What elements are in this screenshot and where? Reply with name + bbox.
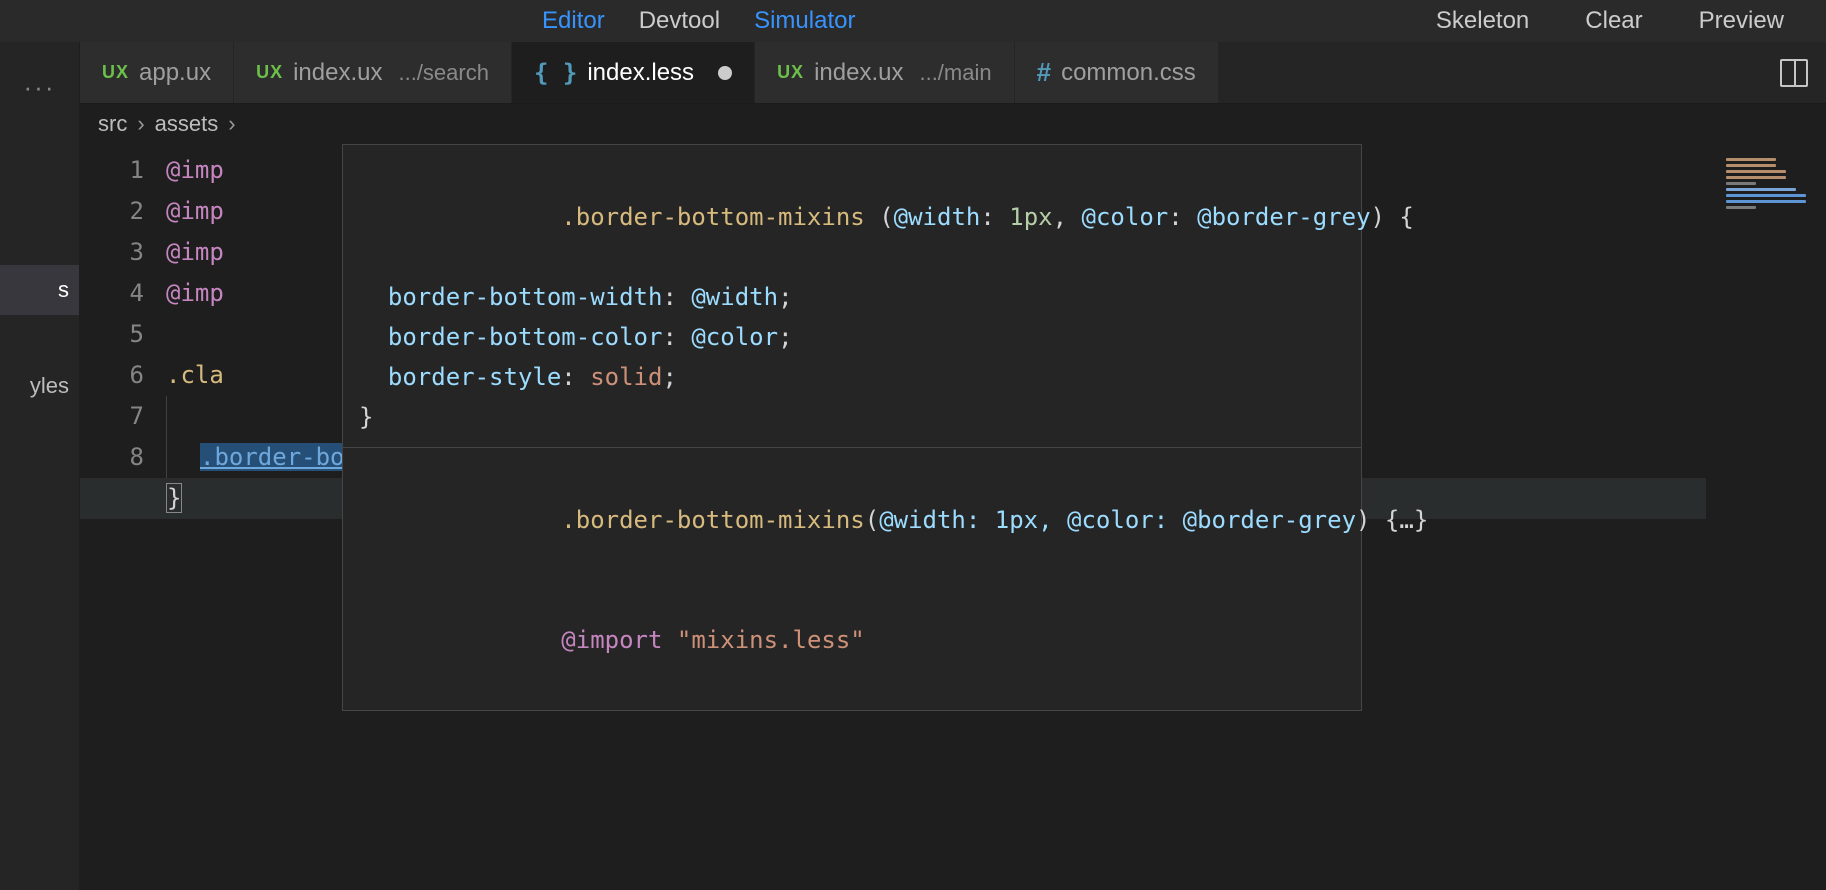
line-number: 3 (80, 232, 144, 273)
hover-token: @border-grey (1197, 203, 1370, 231)
tab-index-less[interactable]: { } index.less (512, 42, 755, 103)
hover-token: @import (561, 626, 662, 654)
hover-tooltip: .border-bottom-mixins (@width: 1px, @col… (342, 144, 1362, 711)
menu-devtool[interactable]: Devtool (639, 7, 720, 35)
hover-signature-block: .border-bottom-mixins (@width: 1px, @col… (343, 145, 1361, 447)
braces-icon: { } (534, 59, 577, 87)
code-token: @imp (166, 156, 224, 184)
breadcrumb-seg-0[interactable]: src (98, 111, 127, 137)
tabs-bar: UX app.ux UX index.ux .../search { } ind… (80, 42, 1826, 104)
tab-sublabel: .../search (398, 60, 488, 86)
explorer-sidebar: ··· s yles (0, 42, 80, 890)
hover-sig-name: .border-bottom-mixins (561, 203, 879, 231)
menu-right-group: Skeleton Clear Preview (1436, 7, 1814, 35)
line-number: 2 (80, 191, 144, 232)
tab-label: app.ux (139, 59, 211, 87)
hover-token: 1px (1009, 203, 1052, 231)
line-number: 4 (80, 273, 144, 314)
hover-token: border-style (388, 363, 561, 391)
hover-token: ) { (1371, 203, 1414, 231)
code-editor[interactable]: 1 2 3 4 5 6 7 8 9 @imp @imp @imp @imp .c… (80, 144, 1826, 890)
hover-token: .border-bottom-mixins (561, 506, 864, 534)
code-token: .cla (166, 361, 224, 389)
breadcrumb[interactable]: src › assets › (80, 104, 1826, 144)
code-token: @imp (166, 279, 224, 307)
tab-label: index.less (587, 59, 694, 87)
breadcrumb-sep-icon: › (228, 111, 235, 137)
hash-icon: # (1037, 57, 1051, 88)
tab-label: common.css (1061, 59, 1196, 87)
hover-token: } (359, 403, 373, 431)
ux-icon: UX (102, 62, 129, 83)
code-content[interactable]: @imp @imp @imp @imp .cla .border-bottom-… (166, 144, 1826, 890)
menu-editor[interactable]: Editor (542, 7, 605, 35)
tab-app-ux[interactable]: UX app.ux (80, 42, 234, 103)
menu-simulator[interactable]: Simulator (754, 7, 855, 35)
code-token: } (166, 483, 182, 513)
hover-token: @width (691, 283, 778, 311)
tab-sublabel: .../main (919, 60, 991, 86)
hover-token: border-bottom-width (388, 283, 663, 311)
line-number: 5 (80, 314, 144, 355)
breadcrumb-sep-icon: › (137, 111, 144, 137)
line-number: 8 (80, 437, 144, 478)
hover-token: , (1053, 203, 1082, 231)
menu-skeleton[interactable]: Skeleton (1436, 7, 1529, 35)
tab-label: index.ux (814, 59, 903, 87)
hover-token: @width (894, 203, 981, 231)
menu-clear[interactable]: Clear (1585, 7, 1642, 35)
line-number: 1 (80, 150, 144, 191)
code-token: @imp (166, 238, 224, 266)
line-number: 6 (80, 355, 144, 396)
hover-token: @width: 1px, @color: @border-grey (879, 506, 1356, 534)
dirty-indicator-icon (718, 66, 732, 80)
hover-token: border-bottom-color (388, 323, 663, 351)
code-token: @imp (166, 197, 224, 225)
editor-main: UX app.ux UX index.ux .../search { } ind… (80, 42, 1826, 890)
sidebar-overflow-icon[interactable]: ··· (0, 64, 79, 115)
sidebar-item-1[interactable]: yles (0, 361, 79, 411)
hover-token: @color (1082, 203, 1169, 231)
hover-token: ( (865, 506, 879, 534)
sidebar-item-0[interactable]: s (0, 265, 79, 315)
menu-preview[interactable]: Preview (1699, 7, 1784, 35)
hover-token: ( (879, 203, 893, 231)
ux-icon: UX (777, 62, 804, 83)
menu-left-group: Editor Devtool Simulator (542, 7, 855, 35)
top-menubar: Editor Devtool Simulator Skeleton Clear … (0, 0, 1826, 42)
split-editor-icon[interactable] (1780, 59, 1808, 87)
tab-label: index.ux (293, 59, 382, 87)
hover-token: "mixins.less" (677, 626, 865, 654)
hover-token: @color (691, 323, 778, 351)
line-number: 7 (80, 396, 144, 437)
tab-index-ux-main[interactable]: UX index.ux .../main (755, 42, 1015, 103)
tabs-actions (1780, 42, 1826, 103)
hover-token: solid (590, 363, 662, 391)
breadcrumb-seg-1[interactable]: assets (155, 111, 219, 137)
hover-token: ) {…} (1356, 506, 1428, 534)
hover-source-block: .border-bottom-mixins(@width: 1px, @colo… (343, 447, 1361, 710)
ux-icon: UX (256, 62, 283, 83)
tab-common-css[interactable]: # common.css (1015, 42, 1219, 103)
tab-index-ux-search[interactable]: UX index.ux .../search (234, 42, 512, 103)
